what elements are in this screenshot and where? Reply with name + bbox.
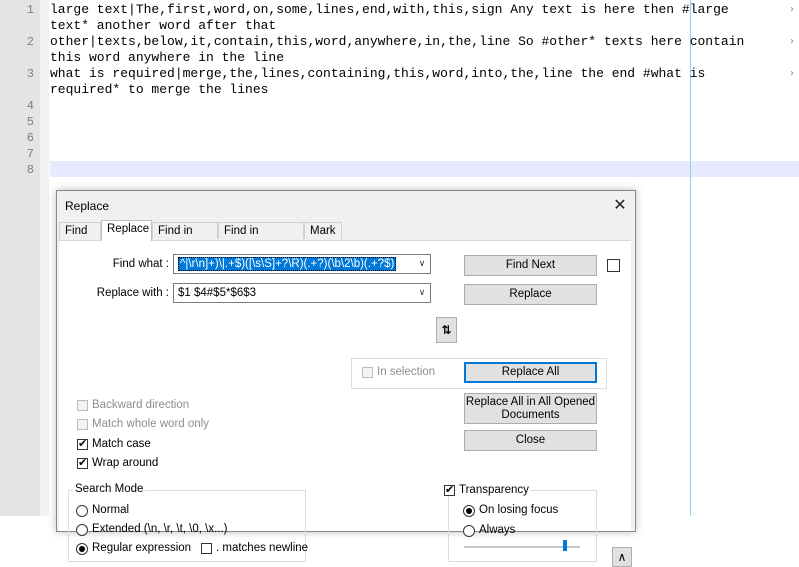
wrap-indicator-icon: › bbox=[790, 36, 794, 47]
match-case-label: Match case bbox=[92, 438, 151, 450]
transparency-title: Transparency bbox=[457, 484, 531, 496]
always-radio[interactable] bbox=[463, 525, 475, 537]
whole-word-checkbox[interactable] bbox=[77, 419, 88, 430]
replace-all-button[interactable]: Replace All bbox=[464, 362, 597, 383]
replace-with-input[interactable]: $1 $4#$5*$6$3 ∨ bbox=[173, 283, 431, 303]
close-button[interactable]: Close bbox=[464, 430, 597, 451]
wrap-indicator-icon: › bbox=[790, 68, 794, 79]
code-line: required* to merge the lines bbox=[50, 82, 269, 97]
line-number: 3 bbox=[26, 67, 34, 81]
replace-with-value: $1 $4#$5*$6$3 bbox=[178, 287, 257, 299]
in-selection-checkbox[interactable] bbox=[362, 367, 373, 378]
line-number: 5 bbox=[26, 115, 34, 129]
extended-mode-radio[interactable] bbox=[76, 524, 88, 536]
on-losing-focus-radio[interactable] bbox=[463, 505, 475, 517]
dialog-title: Replace bbox=[65, 199, 110, 213]
fold-margin[interactable] bbox=[40, 0, 49, 516]
wrap-around-checkbox[interactable]: ✔ bbox=[77, 456, 88, 469]
replace-tab-panel: Find what : ^|\r\n]+)\|.+$)([\s\S]+?\R)(… bbox=[59, 240, 632, 567]
replace-with-label: Replace with : bbox=[96, 287, 169, 299]
code-line: large text|The,first,word,on,some,lines,… bbox=[50, 2, 729, 17]
line-number: 1 bbox=[26, 3, 34, 17]
find-what-value: ^|\r\n]+)\|.+$)([\s\S]+?\R)(.+?)(\b\2\b)… bbox=[178, 257, 397, 271]
normal-mode-radio[interactable] bbox=[76, 505, 88, 517]
on-losing-focus-label: On losing focus bbox=[479, 504, 559, 516]
normal-mode-label: Normal bbox=[92, 504, 130, 516]
code-line: text* another word after that bbox=[50, 18, 277, 33]
always-label: Always bbox=[479, 524, 516, 536]
backward-direction-label: Backward direction bbox=[92, 399, 190, 411]
replace-all-opened-button[interactable]: Replace All in All Opened Documents bbox=[464, 393, 597, 424]
regex-mode-label: Regular expression bbox=[92, 542, 192, 554]
find-what-input[interactable]: ^|\r\n]+)\|.+$)([\s\S]+?\R)(.+?)(\b\2\b)… bbox=[173, 254, 431, 274]
chevron-down-icon[interactable]: ∨ bbox=[414, 284, 430, 302]
radio-selected-dot bbox=[466, 508, 472, 514]
radio-selected-dot bbox=[79, 546, 85, 552]
match-case-checkbox[interactable]: ✔ bbox=[77, 437, 88, 450]
matches-newline-label: . matches newline bbox=[216, 542, 309, 554]
find-next-option-checkbox[interactable] bbox=[607, 259, 620, 272]
wrap-around-label: Wrap around bbox=[92, 457, 159, 469]
transparency-slider-thumb[interactable] bbox=[563, 540, 567, 551]
line-number: 6 bbox=[26, 131, 34, 145]
line-number: 7 bbox=[26, 147, 34, 161]
line-number: 4 bbox=[26, 99, 34, 113]
chevron-down-icon[interactable]: ∨ bbox=[414, 255, 430, 273]
close-icon[interactable]: ✕ bbox=[611, 196, 629, 214]
checkmark-icon: ✔ bbox=[78, 456, 88, 469]
search-mode-title: Search Mode bbox=[73, 483, 146, 495]
in-selection-label: In selection bbox=[377, 366, 436, 378]
code-line: what is required|merge,the,lines,contain… bbox=[50, 66, 706, 81]
code-line: other|texts,below,it,contain,this,word,a… bbox=[50, 34, 745, 49]
backward-direction-checkbox[interactable] bbox=[77, 400, 88, 411]
line-number: 2 bbox=[26, 35, 34, 49]
tab-find[interactable]: Find bbox=[59, 222, 101, 239]
collapse-icon[interactable]: ∧ bbox=[612, 547, 632, 567]
tab-mark[interactable]: Mark bbox=[304, 222, 342, 239]
find-what-label: Find what : bbox=[112, 258, 169, 270]
tab-find-in-files[interactable]: Find in Files bbox=[152, 222, 218, 254]
wrap-indicator-icon: › bbox=[790, 4, 794, 15]
tab-replace[interactable]: Replace bbox=[101, 220, 152, 241]
replace-all-opened-label: Documents bbox=[501, 409, 560, 421]
tab-find-in-projects[interactable]: Find in Projects bbox=[218, 222, 304, 254]
replace-dialog: Replace ✕ Find Replace Find in Files Fin… bbox=[56, 190, 636, 567]
checkmark-icon: ✔ bbox=[445, 483, 455, 496]
find-next-button[interactable]: Find Next bbox=[464, 255, 597, 276]
transparency-checkbox[interactable]: ✔ bbox=[444, 483, 455, 496]
regex-mode-radio[interactable] bbox=[76, 543, 88, 555]
code-line: this word anywhere in the line bbox=[50, 50, 285, 65]
whole-word-label: Match whole word only bbox=[92, 418, 209, 430]
replace-all-opened-label: Replace All in All Opened bbox=[465, 396, 596, 408]
matches-newline-checkbox[interactable] bbox=[201, 543, 212, 554]
replace-button[interactable]: Replace bbox=[464, 284, 597, 305]
checkmark-icon: ✔ bbox=[78, 437, 88, 450]
line-number: 8 bbox=[26, 163, 34, 177]
extended-mode-label: Extended (\n, \r, \t, \0, \x...) bbox=[92, 523, 228, 535]
swap-find-replace-button[interactable]: ⇅ bbox=[436, 317, 457, 343]
